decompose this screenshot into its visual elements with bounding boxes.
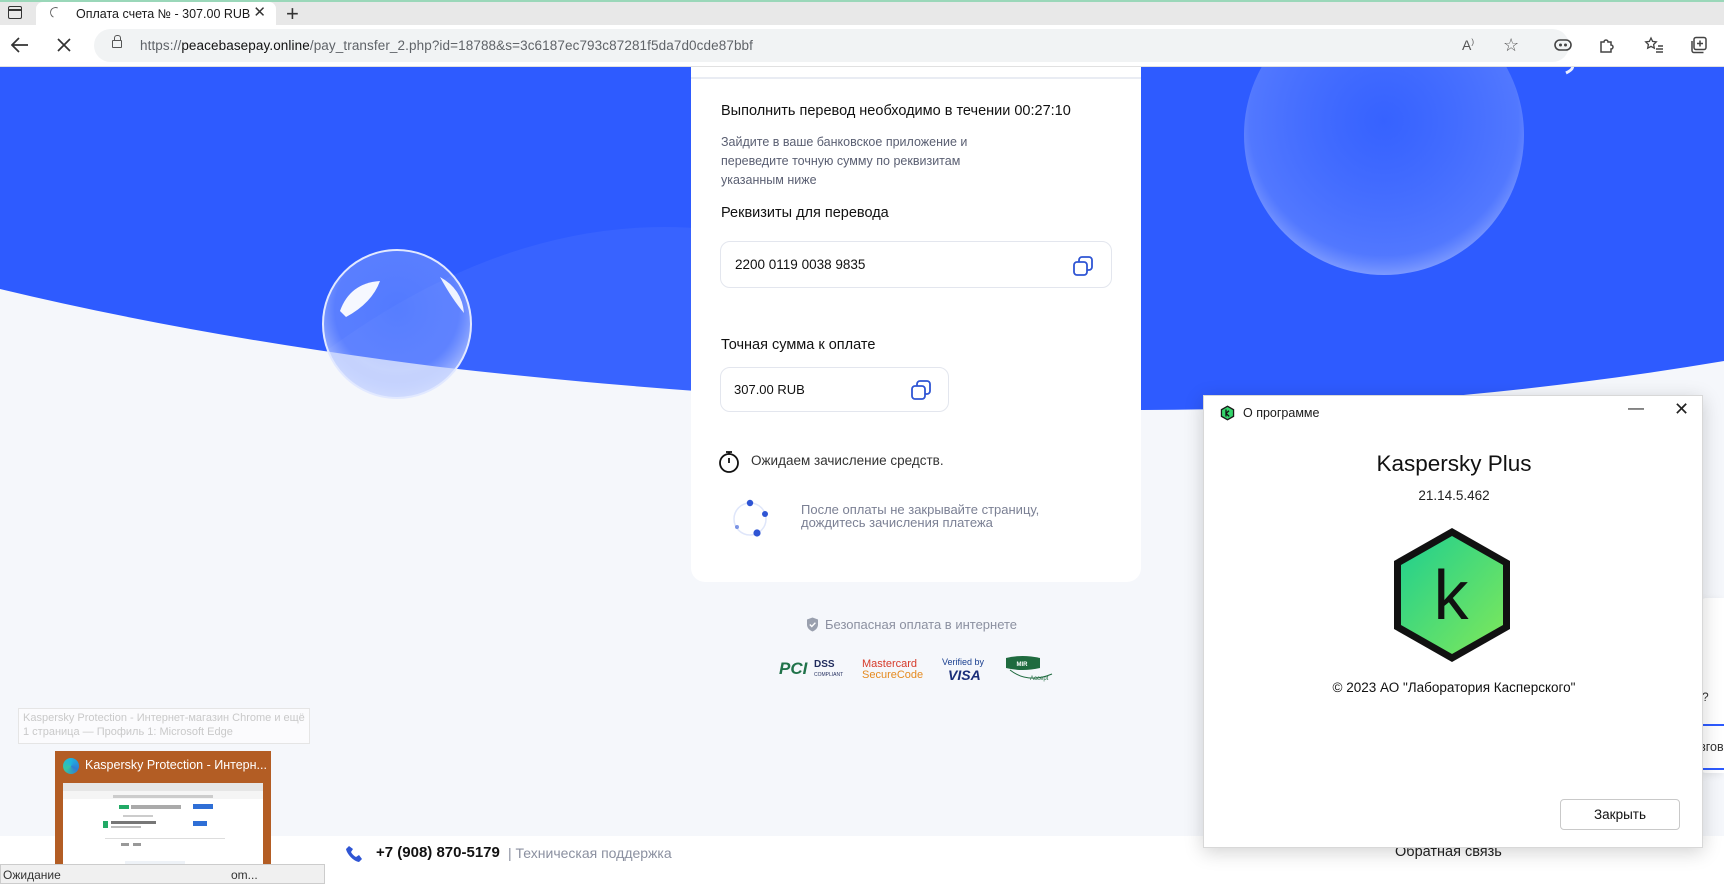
pci-dss-text: DSS [814,659,835,670]
loading-spinner-icon [733,499,768,537]
product-name: Kaspersky Plus [1376,451,1532,476]
edge-browser-icon [63,758,79,774]
secure-payment-text: Безопасная оплата в интернете [825,617,1018,632]
kaspersky-small-icon [1220,405,1235,421]
lock-icon[interactable] [112,35,122,48]
card-number[interactable]: 2200 0119 0038 9835 [735,257,865,272]
securecode-text: SecureCode [862,669,923,681]
collections-icon[interactable] [1687,33,1711,57]
browser-status-bar: Ожидание om... [0,864,325,884]
transfer-timer-text: Выполнить перевод необходимо в течении 0… [721,103,1071,119]
background-divider [1700,724,1724,726]
status-text: Ожидание [3,868,61,882]
mir-accept-text: Accept [1030,676,1049,682]
mir-text: MIR [1017,662,1029,668]
verified-by-text: Verified by [942,657,985,667]
amount-field: 307.00 RUB [720,367,949,412]
status-text-tail: om... [231,868,258,882]
pci-sub-text: COMPLIANT [814,672,843,678]
favorite-star-icon[interactable]: ☆ [1503,35,1519,56]
favorites-list-icon[interactable] [1642,33,1666,57]
dialog-close-icon[interactable]: ✕ [1674,399,1689,420]
phone-icon [346,846,362,862]
small-bubble [322,249,472,399]
after-payment-text: После оплаты не закрывайте страницу, дож… [801,502,1040,530]
copy-card-number-icon[interactable] [1072,255,1094,277]
close-dialog-button[interactable]: Закрыть [1560,799,1680,830]
product-version: 21.14.5.462 [1418,488,1490,503]
url-host: peacebasepay.online [181,38,310,53]
pci-logo-text: PCI [779,659,809,678]
stopwatch-icon [719,451,739,473]
verified-by-visa-logo: Verified by VISA [942,657,985,683]
logo-letter: k [1434,556,1470,634]
copy-amount-icon[interactable] [910,379,932,401]
kaspersky-logo: k [1394,528,1510,662]
extensions-puzzle-icon[interactable] [1595,33,1619,57]
address-bar[interactable]: https://peacebasepay.online/pay_transfer… [94,29,1569,62]
minimize-icon[interactable]: — [1628,400,1644,418]
taskbar-tooltip-ghost: Kaspersky Protection - Интернет-магазин … [18,708,310,744]
read-aloud-icon[interactable]: A) [1462,37,1474,53]
mir-accept-logo: MIR Accept [1006,656,1053,682]
preview-title: Kaspersky Protection - Интерн... [85,758,267,772]
support-phone-link[interactable]: +7 (908) 870-5179 [376,844,500,861]
about-dialog: О программе — ✕ Kaspersky Plus 21.14.5.4… [1203,395,1703,848]
dialog-title: О программе [1243,406,1320,420]
url-scheme: https:// [140,38,182,53]
waiting-text: Ожидаем зачисление средств. [751,453,944,468]
back-arrow-icon[interactable] [8,33,32,57]
mastercard-securecode-logo: Mastercard SecureCode [862,658,923,681]
shield-check-icon [807,617,818,632]
payment-system-logos: PCI DSS COMPLIANT Mastercard SecureCode … [779,656,1053,683]
tab-bar: Оплата счета № - 307.00 RUB ✕ + [0,0,1724,27]
background-divider-2 [1700,768,1724,770]
instruction-text: Зайдите в ваше банковское приложение и п… [721,135,968,187]
url-text[interactable]: https://peacebasepay.online/pay_transfer… [140,38,753,53]
card-number-field: 2200 0119 0038 9835 [720,241,1112,288]
pci-dss-logo: PCI DSS COMPLIANT [779,659,843,678]
tab-close-icon[interactable]: ✕ [253,5,266,21]
navigation-bar: https://peacebasepay.online/pay_transfer… [0,25,1724,67]
tech-support-text: | Техническая поддержка [508,845,672,861]
requisites-label: Реквизиты для перевода [721,205,889,221]
exact-sum-label: Точная сумма к оплате [721,337,876,353]
card-divider [691,67,1141,79]
background-window-text: зговс [1700,740,1724,754]
copyright-text: © 2023 АО "Лаборатория Касперского" [1332,680,1576,695]
loading-spinner-icon [48,5,63,20]
browser-tab[interactable]: Оплата счета № - 307.00 RUB ✕ [36,2,276,27]
copilot-icon[interactable] [1551,33,1575,57]
stop-loading-icon[interactable] [52,33,76,57]
url-path: /pay_transfer_2.php?id=18788&s=3c6187ec7… [309,38,754,53]
payment-card: Выполнить перевод необходимо в течении 0… [691,67,1141,582]
tab-title: Оплата счета № - 307.00 RUB [76,7,251,21]
amount-value[interactable]: 307.00 RUB [734,382,805,397]
secure-payment: Безопасная оплата в интернете [806,617,1017,632]
new-tab-icon[interactable]: + [286,2,299,25]
visa-text: VISA [948,667,981,683]
tab-actions-icon[interactable] [8,6,22,19]
